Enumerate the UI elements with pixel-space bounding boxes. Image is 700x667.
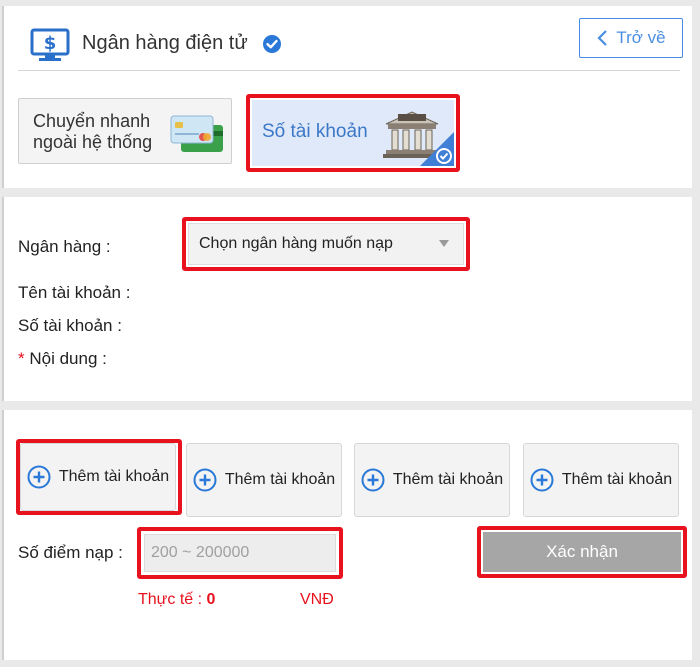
actual-label: Thực tế : (138, 591, 203, 608)
highlight-frame (137, 527, 343, 579)
chevron-left-icon (597, 30, 608, 46)
cards-icon (170, 115, 223, 152)
bank-form-panel: Ngân hàng : Chọn ngân hàng muốn nạp Tên … (2, 197, 692, 401)
add-account-button-2[interactable]: Thêm tài khoản (186, 443, 342, 517)
actual-value: 0 (206, 591, 216, 608)
required-mark: * (18, 349, 25, 368)
add-account-label: Thêm tài khoản (224, 471, 336, 488)
deposit-panel: Thêm tài khoản Thêm tài khoản Thêm tài k… (2, 410, 692, 660)
highlight-frame (16, 439, 182, 515)
header-panel: $ Ngân hàng điện tử Trở về Chuyển nhanh … (2, 6, 692, 188)
verified-check-icon (263, 35, 281, 53)
dollar-monitor-icon: $ (30, 28, 70, 61)
add-account-label: Thêm tài khoản (561, 471, 673, 488)
add-account-label: Thêm tài khoản (392, 471, 504, 488)
add-account-button-4[interactable]: Thêm tài khoản (523, 443, 679, 517)
back-button-label: Trở về (616, 28, 666, 47)
method-tab-label: Chuyển nhanh ngoài hệ thống (33, 111, 153, 152)
add-account-button-3[interactable]: Thêm tài khoản (354, 443, 510, 517)
svg-text:$: $ (44, 33, 57, 54)
method-tab-fast-transfer[interactable]: Chuyển nhanh ngoài hệ thống (18, 98, 232, 164)
highlight-frame (246, 94, 460, 172)
plus-circle-icon (361, 468, 385, 492)
currency-label: VNĐ (300, 591, 334, 608)
plus-circle-icon (530, 468, 554, 492)
account-number-label: Số tài khoản : (18, 316, 122, 335)
highlight-frame (182, 217, 470, 271)
points-label: Số điểm nạp : (18, 543, 123, 562)
content-label-row: * Nội dung : (18, 349, 107, 369)
actual-amount: Thực tế : 0 (138, 591, 215, 609)
back-button[interactable]: Trở về (579, 18, 683, 58)
divider (18, 70, 680, 71)
plus-circle-icon (193, 468, 217, 492)
page-title: Ngân hàng điện tử (82, 32, 248, 54)
bank-label: Ngân hàng : (18, 237, 111, 256)
account-name-label: Tên tài khoản : (18, 283, 131, 302)
content-label: Nội dung : (29, 349, 107, 368)
highlight-frame (477, 526, 687, 578)
